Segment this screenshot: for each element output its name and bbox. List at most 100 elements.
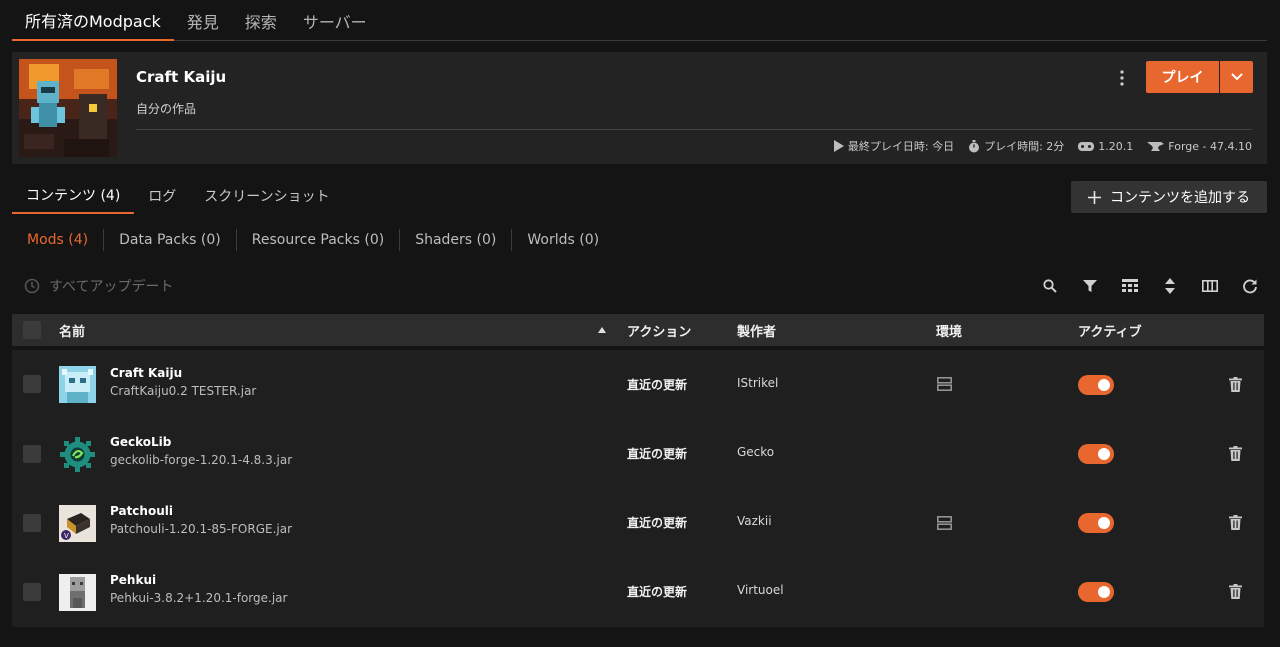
play-button[interactable]: プレイ [1146,61,1219,93]
select-all-checkbox[interactable] [23,321,41,339]
header-author[interactable]: 製作者 [737,314,776,346]
row-checkbox[interactable] [23,583,41,601]
add-content-button[interactable]: コンテンツを追加する [1071,181,1267,213]
subtab-mods[interactable]: Mods (4) [12,229,103,251]
sort-icon[interactable] [1160,276,1180,296]
tab-screenshots[interactable]: スクリーンショット [190,178,343,214]
select-all-cell [23,314,41,346]
tab-discover[interactable]: 発見 [174,0,232,41]
top-tabs: 所有済のModpack 発見 探索 サーバー [12,0,1267,41]
subtab-shaders[interactable]: Shaders (0) [399,229,511,251]
more-options-icon[interactable] [1112,66,1132,90]
last-played: 最終プレイ日時: 今日 [833,138,955,154]
content-tabs: コンテンツ (4) ログ スクリーンショット [12,178,344,214]
chevron-down-icon [1230,73,1243,81]
row-checkbox[interactable] [23,445,41,463]
modpack-author: 自分の作品 [136,102,197,116]
tab-servers[interactable]: サーバー [290,0,380,41]
mod-author[interactable]: IStrikel [737,376,778,390]
table-header: 名前 アクション 製作者 環境 アクティブ [12,314,1264,346]
sort-asc-icon[interactable] [598,314,606,346]
content-type-tabs: Mods (4) Data Packs (0) Resource Packs (… [12,229,614,251]
mod-author[interactable]: Gecko [737,445,774,459]
update-all-label: すべてアップデート [49,279,174,295]
mod-icon-geckolib [59,436,96,473]
trash-icon[interactable] [1229,446,1242,461]
trash-icon[interactable] [1229,515,1242,530]
table-row[interactable]: Craft Kaiju CraftKaiju0.2 TESTER.jar 直近の… [12,350,1264,419]
mod-author[interactable]: Vazkii [737,514,772,528]
mod-filename: Pehkui-3.8.2+1.20.1-forge.jar [110,591,288,605]
header-name[interactable]: 名前 [59,314,85,346]
loader-version: Forge - 47.4.10 [1147,140,1252,153]
play-time-text: プレイ時間: 2分 [984,140,1065,153]
mod-info: Craft Kaiju CraftKaiju0.2 TESTER.jar [110,366,256,398]
filter-icon[interactable] [1080,276,1100,296]
tab-logs[interactable]: ログ [134,178,190,214]
mods-table: Craft Kaiju CraftKaiju0.2 TESTER.jar 直近の… [12,350,1264,627]
modpack-name: Craft Kaiju [136,68,227,86]
mod-action: 直近の更新 [627,447,688,461]
play-triangle-icon [833,140,844,152]
mod-info: Patchouli Patchouli-1.20.1-85-FORGE.jar [110,504,292,536]
mod-author[interactable]: Virtuoel [737,583,784,597]
loader-version-text: Forge - 47.4.10 [1168,139,1252,153]
active-toggle[interactable] [1078,513,1114,533]
trash-icon[interactable] [1229,584,1242,599]
active-toggle[interactable] [1078,444,1114,464]
server-icon [937,377,952,391]
gamepad-icon [1078,141,1095,151]
tab-owned-modpacks[interactable]: 所有済のModpack [12,0,174,41]
header-active[interactable]: アクティブ [1078,314,1142,346]
mod-name[interactable]: Pehkui [110,573,156,587]
modpack-thumbnail [19,59,117,157]
modpack-meta: 最終プレイ日時: 今日 プレイ時間: 2分 1.20.1 Forge - 47.… [820,138,1252,154]
last-played-text: 最終プレイ日時: 今日 [847,140,955,153]
refresh-icon[interactable] [1240,276,1260,296]
density-icon[interactable] [1120,276,1140,296]
table-row[interactable]: GeckoLib geckolib-forge-1.20.1-4.8.3.jar… [12,419,1264,488]
mod-name[interactable]: GeckoLib [110,435,171,449]
mod-icon-pehkui [59,574,96,611]
active-toggle[interactable] [1078,582,1114,602]
svg-text:V: V [64,532,69,540]
header-action[interactable]: アクション [627,314,691,346]
search-icon[interactable] [1040,276,1060,296]
server-icon [937,516,952,530]
mod-action: 直近の更新 [627,585,688,599]
mod-filename: Patchouli-1.20.1-85-FORGE.jar [110,522,293,536]
add-content-label: コンテンツを追加する [1110,190,1250,206]
game-version: 1.20.1 [1078,140,1133,153]
row-checkbox[interactable] [23,514,41,532]
tab-contents[interactable]: コンテンツ (4) [12,178,135,214]
subtab-data-packs[interactable]: Data Packs (0) [103,229,236,251]
row-checkbox[interactable] [23,375,41,393]
mod-filename: CraftKaiju0.2 TESTER.jar [110,384,257,398]
columns-icon[interactable] [1200,276,1220,296]
active-toggle[interactable] [1078,375,1114,395]
mod-name[interactable]: Patchouli [110,504,173,518]
plus-icon [1088,190,1101,204]
clock-history-icon [24,278,40,294]
trash-icon[interactable] [1229,377,1242,392]
mod-filename: geckolib-forge-1.20.1-4.8.3.jar [110,453,293,467]
mod-icon-patchouli: V [59,505,96,542]
update-all-button[interactable]: すべてアップデート [24,276,173,296]
mod-info: GeckoLib geckolib-forge-1.20.1-4.8.3.jar [110,435,292,467]
table-row[interactable]: V Patchouli Patchouli-1.20.1-85-FORGE.ja… [12,488,1264,557]
mod-icon-craft-kaiju [59,366,96,403]
game-version-text: 1.20.1 [1098,139,1134,153]
play-dropdown-button[interactable] [1220,61,1253,93]
play-time: プレイ時間: 2分 [968,138,1064,154]
mod-action: 直近の更新 [627,516,688,530]
mod-info: Pehkui Pehkui-3.8.2+1.20.1-forge.jar [110,573,287,605]
table-toolbar [1040,276,1260,296]
tab-explore[interactable]: 探索 [232,0,290,41]
mod-name[interactable]: Craft Kaiju [110,366,182,380]
table-row[interactable]: Pehkui Pehkui-3.8.2+1.20.1-forge.jar 直近の… [12,557,1264,626]
subtab-worlds[interactable]: Worlds (0) [511,229,614,251]
subtab-resource-packs[interactable]: Resource Packs (0) [235,229,399,251]
anvil-icon [1147,141,1165,151]
header-divider [136,129,1252,130]
header-environment[interactable]: 環境 [936,314,962,346]
